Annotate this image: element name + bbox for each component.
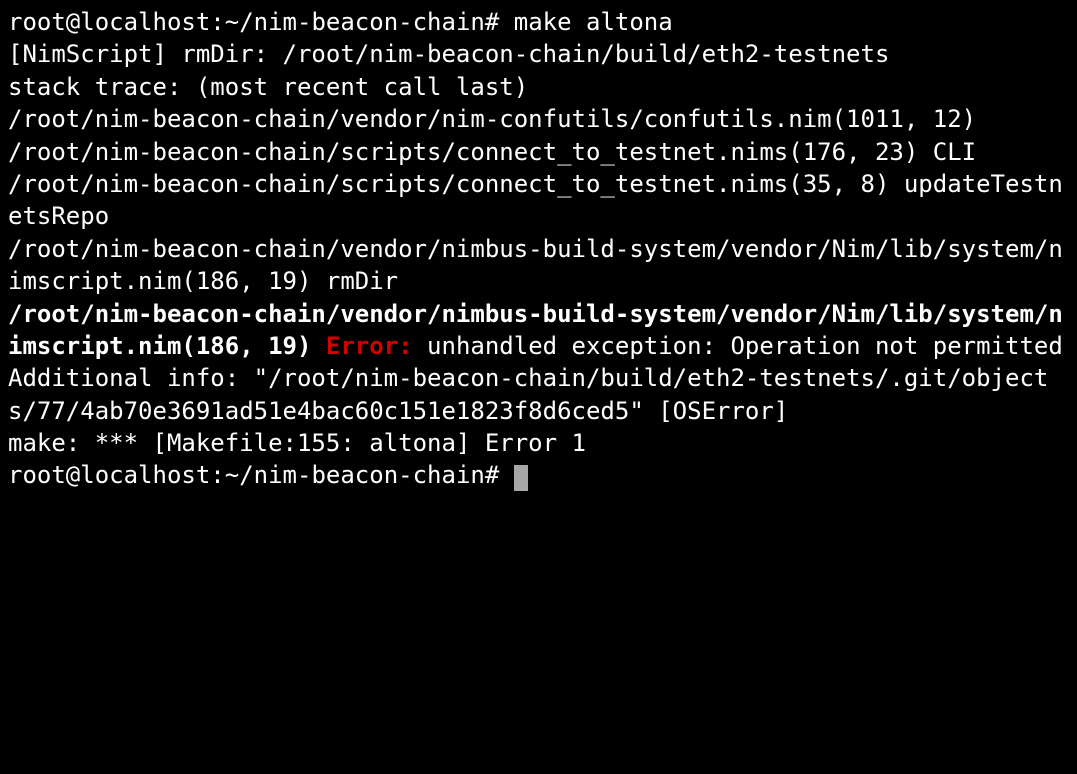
error-tail: unhandled exception: Operation not permi… bbox=[413, 332, 1063, 360]
output-line-make-error: make: *** [Makefile:155: altona] Error 1 bbox=[8, 427, 1069, 459]
output-line-connect2: /root/nim-beacon-chain/scripts/connect_t… bbox=[8, 168, 1069, 233]
error-label: Error: bbox=[326, 332, 413, 360]
prompt-line-1: root@localhost:~/nim-beacon-chain# make … bbox=[8, 6, 1069, 38]
prompt-user-host-2: root@localhost bbox=[8, 461, 210, 489]
prompt-line-2: root@localhost:~/nim-beacon-chain# bbox=[8, 459, 1069, 491]
output-line-stack-trace: stack trace: (most recent call last) bbox=[8, 71, 1069, 103]
prompt-sep: : bbox=[210, 8, 224, 36]
prompt-cwd-2: ~/nim-beacon-chain bbox=[225, 461, 485, 489]
output-line-additional-info: Additional info: "/root/nim-beacon-chain… bbox=[8, 362, 1069, 427]
output-line-confutils: /root/nim-beacon-chain/vendor/nim-confut… bbox=[8, 103, 1069, 135]
terminal[interactable]: root@localhost:~/nim-beacon-chain# make … bbox=[0, 0, 1077, 500]
prompt-sep-2: : bbox=[210, 461, 224, 489]
prompt-symbol-2: # bbox=[485, 461, 499, 489]
output-line-nimscript1: /root/nim-beacon-chain/vendor/nimbus-bui… bbox=[8, 233, 1069, 298]
prompt-cwd: ~/nim-beacon-chain bbox=[225, 8, 485, 36]
output-line-connect1: /root/nim-beacon-chain/scripts/connect_t… bbox=[8, 136, 1069, 168]
output-line-error: /root/nim-beacon-chain/vendor/nimbus-bui… bbox=[8, 298, 1069, 363]
command-text: make altona bbox=[514, 8, 673, 36]
output-line-nimscript-rmdir: [NimScript] rmDir: /root/nim-beacon-chai… bbox=[8, 38, 1069, 70]
cursor bbox=[514, 465, 528, 491]
prompt-symbol: # bbox=[485, 8, 499, 36]
prompt-user-host: root@localhost bbox=[8, 8, 210, 36]
